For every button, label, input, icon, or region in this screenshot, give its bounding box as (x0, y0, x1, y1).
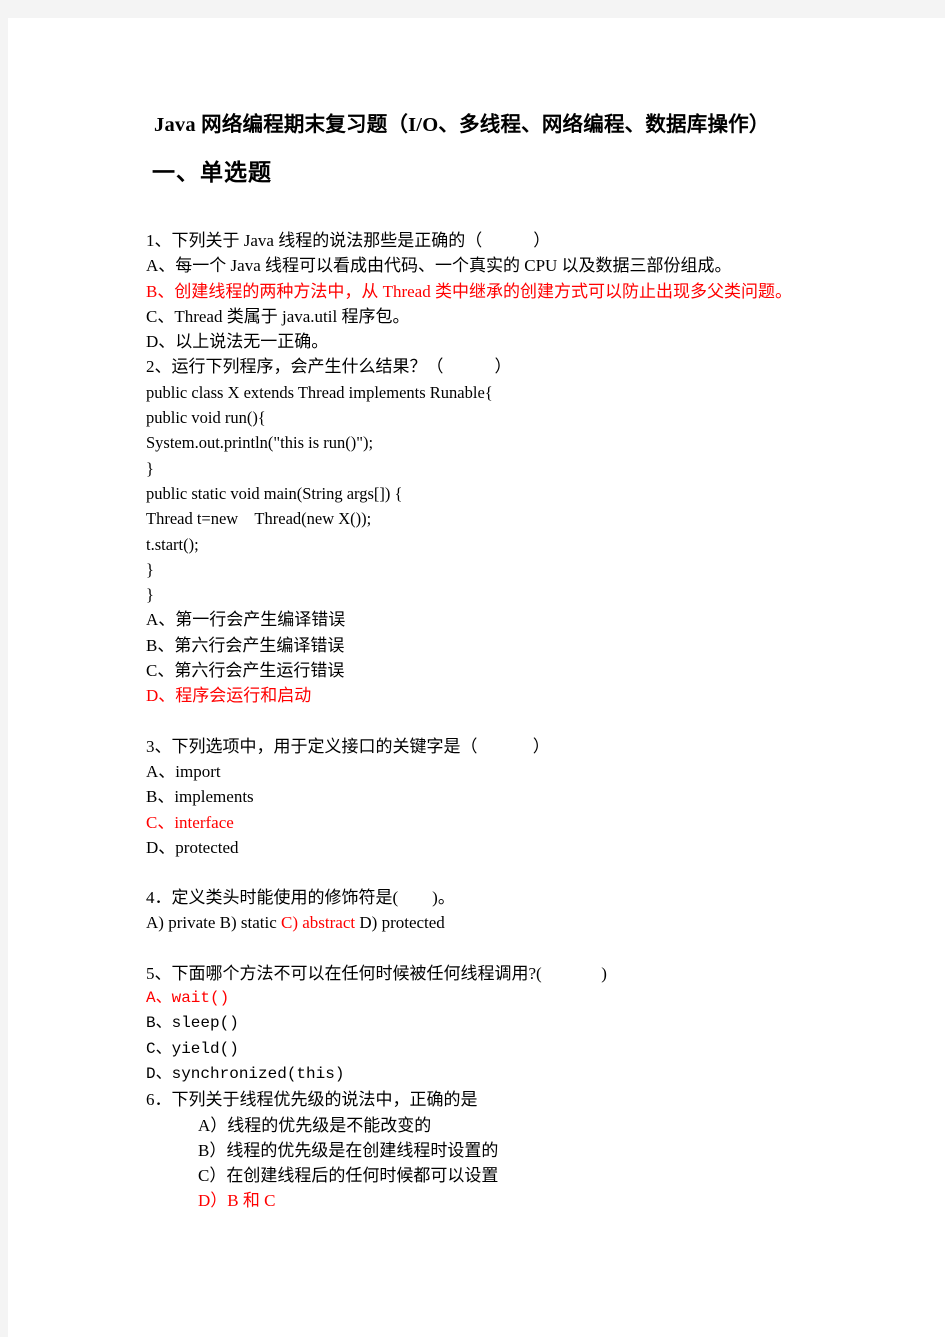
question-item-4: 4．定义类头时能使用的修饰符是( )。 A) private B) static… (146, 885, 846, 936)
option-c[interactable]: C、Thread 类属于 java.util 程序包。 (146, 304, 846, 329)
option-b[interactable]: B、implements (146, 784, 846, 809)
code-line: System.out.println("this is run()"); (146, 433, 374, 453)
option-d[interactable]: D、以上说法无一正确。 (146, 329, 846, 354)
question-item-3: 3、下列选项中，用于定义接口的关键字是（ ） A、import B、implem… (146, 734, 846, 860)
question-stem: 1、下列关于 Java 线程的说法那些是正确的（ ） (146, 231, 551, 250)
option-a[interactable]: A、import (146, 759, 846, 784)
option-a[interactable]: A、第一行会产生编译错误 (146, 607, 846, 632)
question-item-6: 6．下列关于线程优先级的说法中，正确的是 A）线程的优先级是不能改变的 B）线程… (146, 1087, 846, 1213)
page-title: Java 网络编程期末复习题（I/O、多线程、网络编程、数据库操作） (154, 114, 770, 136)
option-d[interactable]: D、protected (146, 835, 846, 860)
code-line: public static void main(String args[]) { (146, 483, 403, 503)
inline-options[interactable]: A) private B) static C) abstract D) prot… (146, 910, 846, 935)
option-c[interactable]: C、interface (146, 810, 846, 835)
code-line: t.start(); (146, 534, 199, 554)
option-a[interactable]: A、每一个 Java 线程可以看成由代码、一个真实的 CPU 以及数据三部份组成… (146, 253, 846, 278)
code-line: public class X extends Thread implements… (146, 382, 493, 402)
option-d[interactable]: D）B 和 C (146, 1188, 846, 1213)
option-c[interactable]: C、yield() (146, 1037, 846, 1062)
question-stem: 4．定义类头时能使用的修饰符是( )。 (146, 888, 455, 908)
inline-option-correct[interactable]: C) abstract (281, 913, 355, 932)
option-d[interactable]: D、synchronized(this) (146, 1062, 846, 1087)
code-line: } (146, 458, 154, 478)
section-heading-single-choice: 一、单选题 (152, 160, 272, 185)
code-line: public void run(){ (146, 408, 266, 428)
question-item-2: 2、运行下列程序，会产生什么结果？（ ） public class X exte… (146, 354, 846, 708)
question-stem: 3、下列选项中，用于定义接口的关键字是（ ） (146, 736, 550, 756)
question-stem: 2、运行下列程序，会产生什么结果？（ ） (146, 357, 512, 377)
option-b[interactable]: B、第六行会产生编译错误 (146, 633, 846, 658)
question-item-1: 1、下列关于 Java 线程的说法那些是正确的（ ） A、每一个 Java 线程… (146, 228, 846, 354)
inline-option-suffix: D) protected (355, 913, 445, 933)
option-c[interactable]: C）在创建线程后的任何时候都可以设置 (146, 1163, 846, 1188)
option-c[interactable]: C、第六行会产生运行错误 (146, 658, 846, 683)
option-b[interactable]: B、sleep() (146, 1011, 846, 1036)
document-page: Java 网络编程期末复习题（I/O、多线程、网络编程、数据库操作） 一、单选题… (8, 18, 945, 1337)
document-content: Java 网络编程期末复习题（I/O、多线程、网络编程、数据库操作） 一、单选题… (146, 110, 846, 1214)
question-item-5: 5、下面哪个方法不可以在任何时候被任何线程调用?( ) A、wait() B、s… (146, 961, 846, 1087)
question-stem: 5、下面哪个方法不可以在任何时候被任何线程调用?( ) (146, 963, 607, 983)
option-d[interactable]: D、程序会运行和启动 (146, 683, 846, 708)
option-b[interactable]: B、创建线程的两种方法中，从 Thread 类中继承的创建方式可以防止出现多父类… (146, 279, 846, 304)
option-b[interactable]: B）线程的优先级是在创建线程时设置的 (146, 1138, 846, 1163)
option-a[interactable]: A、wait() (146, 986, 846, 1011)
question-list: 1、下列关于 Java 线程的说法那些是正确的（ ） A、每一个 Java 线程… (146, 228, 846, 1214)
inline-option-prefix: A) private B) static (146, 913, 282, 933)
option-a[interactable]: A）线程的优先级是不能改变的 (146, 1113, 846, 1138)
code-line: } (146, 585, 154, 605)
code-line: Thread t=new Thread(new X()); (146, 509, 372, 529)
code-line: } (146, 559, 154, 579)
question-stem: 6．下列关于线程优先级的说法中，正确的是 (146, 1090, 478, 1110)
